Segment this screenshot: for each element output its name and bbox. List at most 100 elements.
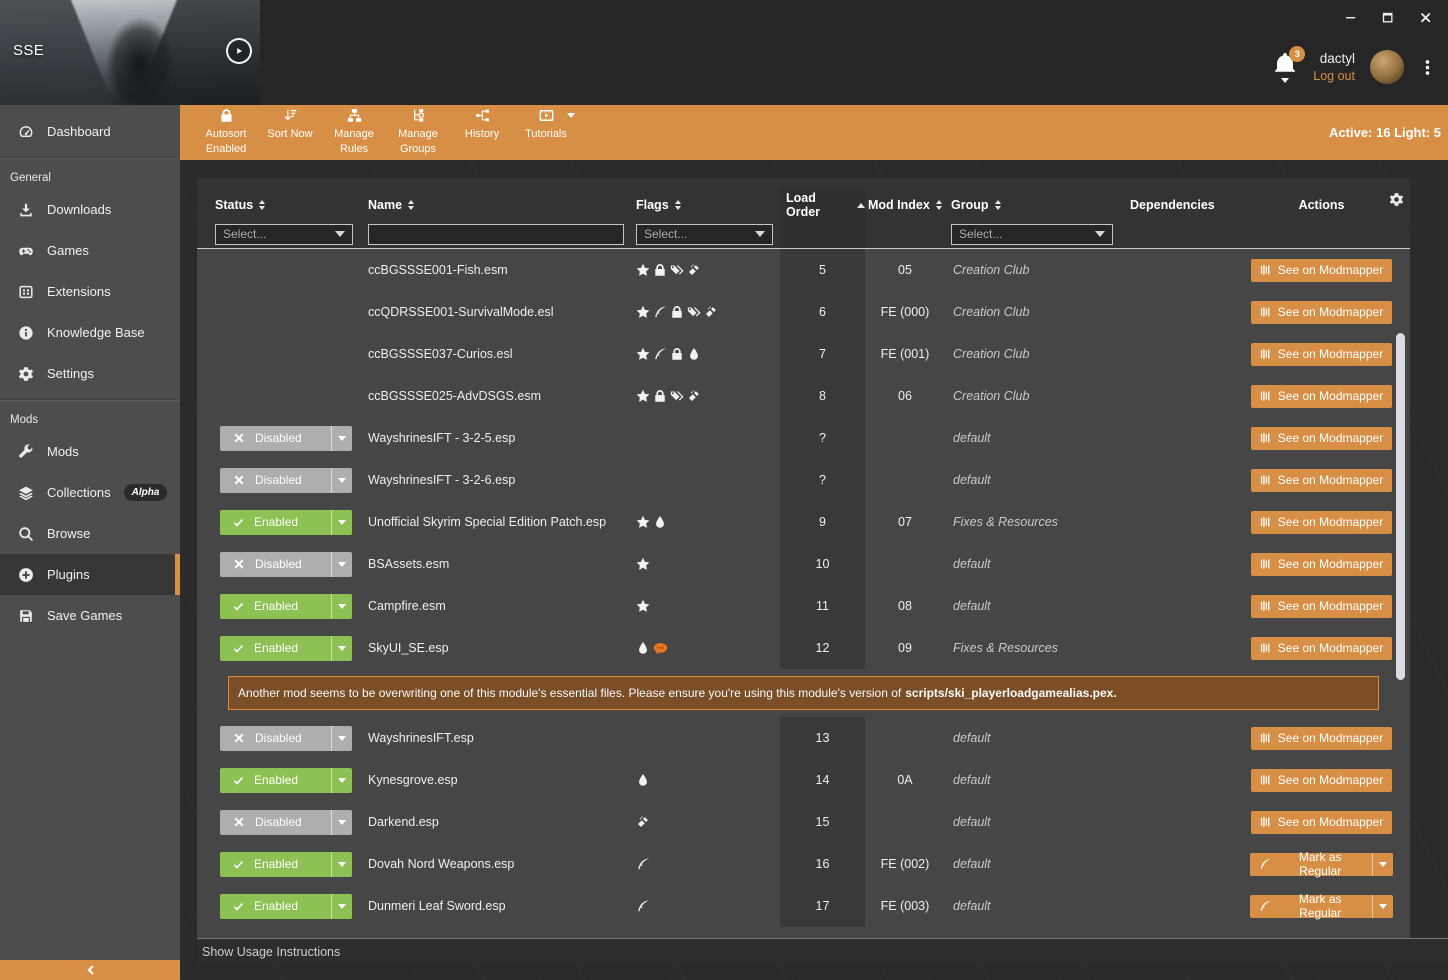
toggle-caret[interactable] bbox=[331, 810, 352, 835]
plugin-disabled-toggle[interactable]: Disabled bbox=[220, 726, 352, 751]
sitemap-icon bbox=[347, 108, 362, 124]
status-filter-select[interactable]: Select... bbox=[215, 224, 353, 245]
sidebar-item-settings[interactable]: Settings bbox=[0, 353, 180, 394]
status-cell bbox=[197, 249, 365, 291]
see-on-modmapper-button[interactable]: See on Modmapper bbox=[1251, 511, 1392, 534]
flags-filter-select[interactable]: Select... bbox=[636, 224, 773, 245]
plugin-row[interactable]: EnabledDovah Nord Weapons.esp16FE (002)d… bbox=[197, 843, 1410, 885]
sidebar-item-collections[interactable]: CollectionsAlpha bbox=[0, 472, 180, 513]
action-caret[interactable] bbox=[1372, 895, 1393, 918]
plugin-row[interactable]: DisabledWayshrinesIFT - 3-2-5.esp?defaul… bbox=[197, 417, 1410, 459]
plugin-row[interactable]: EnabledUnofficial Skyrim Special Edition… bbox=[197, 501, 1410, 543]
mark-as-regular-button[interactable]: Mark as Regular bbox=[1250, 895, 1393, 918]
plugin-row[interactable]: DisabledWayshrinesIFT - 3-2-6.esp?defaul… bbox=[197, 459, 1410, 501]
plugin-row[interactable]: EnabledCampfire.esm1108defaultSee on Mod… bbox=[197, 585, 1410, 627]
plugin-enabled-toggle[interactable]: Enabled bbox=[220, 594, 352, 619]
action-caret[interactable] bbox=[1372, 853, 1393, 876]
see-on-modmapper-button[interactable]: See on Modmapper bbox=[1251, 301, 1392, 324]
plugin-enabled-toggle[interactable]: Enabled bbox=[220, 768, 352, 793]
plugin-row[interactable]: ccQDRSSE001-SurvivalMode.esl6FE (000)Cre… bbox=[197, 291, 1410, 333]
sidebar-item-plugins[interactable]: Plugins bbox=[0, 554, 180, 595]
toggle-caret[interactable] bbox=[331, 468, 352, 493]
see-on-modmapper-button[interactable]: See on Modmapper bbox=[1251, 727, 1392, 750]
toggle-caret[interactable] bbox=[331, 594, 352, 619]
plugin-row[interactable]: ccBGSSSE025-AdvDSGS.esm806Creation ClubS… bbox=[197, 375, 1410, 417]
plugin-disabled-toggle[interactable]: Disabled bbox=[220, 552, 352, 577]
plugin-row[interactable]: EnabledSkyUI_SE.esp1209Fixes & Resources… bbox=[197, 627, 1410, 669]
flags-column-header[interactable]: Flags bbox=[635, 190, 780, 220]
toggle-caret[interactable] bbox=[331, 726, 352, 751]
manage-groups-button[interactable]: Manage Groups bbox=[386, 108, 450, 157]
see-on-modmapper-button[interactable]: See on Modmapper bbox=[1251, 553, 1392, 576]
sidebar-item-downloads[interactable]: Downloads bbox=[0, 189, 180, 230]
column-settings-button[interactable] bbox=[1389, 192, 1404, 207]
see-on-modmapper-button[interactable]: See on Modmapper bbox=[1251, 427, 1392, 450]
toggle-caret[interactable] bbox=[331, 636, 352, 661]
toggle-caret[interactable] bbox=[331, 894, 352, 919]
plugin-row[interactable]: EnabledDunmeri Leaf Sword.esp17FE (003)d… bbox=[197, 885, 1410, 927]
close-button[interactable] bbox=[1419, 11, 1432, 24]
group-filter-select[interactable]: Select... bbox=[951, 224, 1113, 245]
history-button[interactable]: History bbox=[450, 108, 514, 157]
see-on-modmapper-button[interactable]: See on Modmapper bbox=[1251, 811, 1392, 834]
kebab-menu-button[interactable] bbox=[1419, 59, 1436, 76]
see-on-modmapper-button[interactable]: See on Modmapper bbox=[1251, 637, 1392, 660]
avatar[interactable] bbox=[1370, 50, 1404, 84]
sidebar-item-games[interactable]: Games bbox=[0, 230, 180, 271]
sidebar-item-browse[interactable]: Browse bbox=[0, 513, 180, 554]
minimize-button[interactable] bbox=[1344, 11, 1357, 24]
autosort-button[interactable]: Autosort Enabled bbox=[194, 108, 258, 157]
play-game-button[interactable] bbox=[226, 38, 252, 64]
sidebar-item-knowledge-base[interactable]: Knowledge Base bbox=[0, 312, 180, 353]
sidebar-item-save-games[interactable]: Save Games bbox=[0, 595, 180, 636]
actions-cell: See on Modmapper bbox=[1250, 333, 1393, 375]
plugin-row[interactable]: ccBGSSSE001-Fish.esm505Creation ClubSee … bbox=[197, 249, 1410, 291]
sidebar-item-extensions[interactable]: Extensions bbox=[0, 271, 180, 312]
plugin-disabled-toggle[interactable]: Disabled bbox=[220, 810, 352, 835]
sidebar-collapse-button[interactable] bbox=[0, 960, 180, 980]
see-on-modmapper-button[interactable]: See on Modmapper bbox=[1251, 259, 1392, 282]
sidebar-item-mods[interactable]: Mods bbox=[0, 431, 180, 472]
plugin-enabled-toggle[interactable]: Enabled bbox=[220, 894, 352, 919]
maximize-button[interactable] bbox=[1381, 11, 1394, 24]
plugin-enabled-toggle[interactable]: Enabled bbox=[220, 510, 352, 535]
actions-cell: See on Modmapper bbox=[1250, 543, 1393, 585]
action-label: See on Modmapper bbox=[1278, 389, 1383, 403]
plugin-row[interactable]: DisabledWayshrinesIFT.esp13defaultSee on… bbox=[197, 717, 1410, 759]
plugin-row[interactable]: ccBGSSSE037-Curios.esl7FE (001)Creation … bbox=[197, 333, 1410, 375]
toggle-caret[interactable] bbox=[331, 426, 352, 451]
group-column-header[interactable]: Group bbox=[945, 190, 1120, 220]
status-column-header[interactable]: Status bbox=[197, 190, 365, 220]
toggle-caret[interactable] bbox=[331, 552, 352, 577]
plugin-enabled-toggle[interactable]: Enabled bbox=[220, 636, 352, 661]
sidebar-item-dashboard[interactable]: Dashboard bbox=[0, 111, 180, 152]
see-on-modmapper-button[interactable]: See on Modmapper bbox=[1251, 595, 1392, 618]
sort-now-button[interactable]: Sort Now bbox=[258, 108, 322, 157]
tutorials-button[interactable]: Tutorials bbox=[514, 108, 578, 157]
load-order-column-header[interactable]: Load Order bbox=[780, 190, 865, 220]
mark-as-regular-button[interactable]: Mark as Regular bbox=[1250, 853, 1393, 876]
see-on-modmapper-button[interactable]: See on Modmapper bbox=[1251, 469, 1392, 492]
name-filter-input[interactable] bbox=[368, 224, 624, 245]
usage-instructions-toggle[interactable]: Show Usage Instructions bbox=[197, 938, 1448, 965]
notifications-button[interactable]: 3 bbox=[1272, 51, 1298, 83]
table-scrollbar[interactable] bbox=[1396, 333, 1405, 680]
see-on-modmapper-button[interactable]: See on Modmapper bbox=[1251, 385, 1392, 408]
mod-index-column-header[interactable]: Mod Index bbox=[865, 190, 945, 220]
toggle-caret[interactable] bbox=[331, 852, 352, 877]
logout-link[interactable]: Log out bbox=[1313, 69, 1355, 83]
name-column-header[interactable]: Name bbox=[365, 190, 635, 220]
manage-rules-button[interactable]: Manage Rules bbox=[322, 108, 386, 157]
plugin-row[interactable]: DisabledBSAssets.esm10defaultSee on Modm… bbox=[197, 543, 1410, 585]
dependencies-column-header: Dependencies bbox=[1120, 190, 1250, 220]
chevron-down-icon bbox=[755, 231, 765, 237]
toggle-caret[interactable] bbox=[331, 510, 352, 535]
plugin-row[interactable]: DisabledDarkend.esp15defaultSee on Modma… bbox=[197, 801, 1410, 843]
plugin-disabled-toggle[interactable]: Disabled bbox=[220, 468, 352, 493]
plugin-disabled-toggle[interactable]: Disabled bbox=[220, 426, 352, 451]
see-on-modmapper-button[interactable]: See on Modmapper bbox=[1251, 343, 1392, 366]
plugin-enabled-toggle[interactable]: Enabled bbox=[220, 852, 352, 877]
toggle-caret[interactable] bbox=[331, 768, 352, 793]
see-on-modmapper-button[interactable]: See on Modmapper bbox=[1251, 769, 1392, 792]
plugin-row[interactable]: EnabledKynesgrove.esp140AdefaultSee on M… bbox=[197, 759, 1410, 801]
